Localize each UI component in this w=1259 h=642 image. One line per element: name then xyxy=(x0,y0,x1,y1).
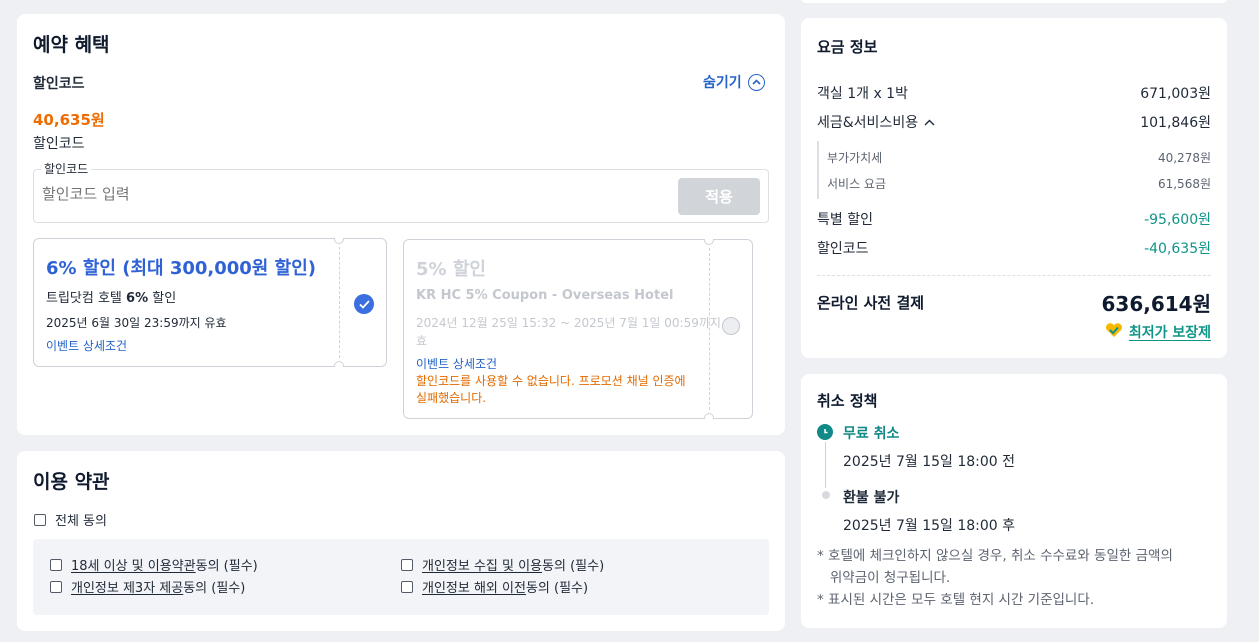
service-fee-row: 서비스 요금 61,568원 xyxy=(827,177,1211,191)
apply-button[interactable]: 적용 xyxy=(678,178,760,215)
coupon-card-selected[interactable]: 6% 할인 (최대 300,000원 할인) 트립닷컴 호텔 6% 할인 202… xyxy=(33,238,387,367)
best-price-guarantee-link[interactable]: 최저가 보장제 xyxy=(1105,322,1211,342)
price-title: 요금 정보 xyxy=(817,38,878,56)
coupon-terms-link[interactable]: 이벤트 상세조건 xyxy=(416,355,497,372)
total-value: 636,614원 xyxy=(1101,292,1212,316)
applied-discount-label: 할인코드 xyxy=(33,136,85,152)
code-discount-row: 할인코드 -40,635원 xyxy=(817,241,1211,257)
cancel-title: 취소 정책 xyxy=(817,392,878,410)
vat-row: 부가가치세 40,278원 xyxy=(827,151,1211,165)
coupon-subtitle: 트립닷컴 호텔 6% 할인 xyxy=(46,291,177,306)
coupon-title: 5% 할인 xyxy=(416,259,486,280)
coupon-terms-link[interactable]: 이벤트 상세조건 xyxy=(46,337,127,354)
agree-all-label: 전체 동의 xyxy=(55,514,107,529)
coupon-error-line2: 실패했습니다. xyxy=(416,391,487,405)
term-link[interactable]: 18세 이상 및 이용약관 xyxy=(71,559,196,574)
term-item[interactable]: 18세 이상 및 이용약관동의 (필수) xyxy=(50,555,258,574)
ticket-notch xyxy=(334,361,344,367)
applied-discount-amount: 40,635원 xyxy=(33,111,105,129)
nonrefundable-date: 2025년 7월 15일 18:00 후 xyxy=(843,518,1016,534)
policy-note-1-line2: 위약금이 청구됩니다. xyxy=(817,570,951,586)
ticket-notch xyxy=(334,238,344,244)
policy-note-2: * 표시된 시간은 모두 호텔 현지 시간 기준입니다. xyxy=(817,592,1095,608)
terms-list: 18세 이상 및 이용약관동의 (필수) 개인정보 수집 및 이용동의 (필수)… xyxy=(33,539,769,615)
free-cancel-label: 무료 취소 xyxy=(843,426,900,442)
term-item[interactable]: 개인정보 해외 이전동의 (필수) xyxy=(401,577,588,596)
tax-row[interactable]: 세금&서비스비용 101,846원 xyxy=(817,112,1211,132)
coupon-subtitle: KR HC 5% Coupon - Overseas Hotel xyxy=(416,288,674,303)
discount-code-heading: 할인코드 xyxy=(33,76,85,92)
timeline-line xyxy=(825,442,826,488)
booking-benefits-card: 예약 혜택 할인코드 숨기기 40,635원 할인코드 할인코드 적용 6% 할… xyxy=(17,14,785,435)
check-circle-icon[interactable] xyxy=(354,294,374,314)
chevron-up-icon xyxy=(924,114,935,130)
checkbox-icon xyxy=(401,558,413,571)
hide-label: 숨기기 xyxy=(703,75,742,91)
previous-card-edge xyxy=(801,0,1227,3)
price-info-card: 요금 정보 객실 1개 x 1박 671,003원 세금&서비스비용 101,84… xyxy=(801,18,1227,358)
coupon-validity: 2025년 6월 30일 23:59까지 유효 xyxy=(46,316,227,330)
room-row: 객실 1개 x 1박 671,003원 xyxy=(817,86,1211,102)
special-discount-row: 특별 할인 -95,600원 xyxy=(817,212,1211,228)
term-link[interactable]: 개인정보 수집 및 이용 xyxy=(422,559,542,574)
term-link[interactable]: 개인정보 해외 이전 xyxy=(422,581,526,596)
ticket-divider xyxy=(339,247,340,358)
cancel-policy-card: 취소 정책 무료 취소 2025년 7월 15일 18:00 전 환불 불가 2… xyxy=(801,374,1227,628)
terms-card: 이용 약관 전체 동의 18세 이상 및 이용약관동의 (필수) 개인정보 수집… xyxy=(17,451,785,631)
term-item[interactable]: 개인정보 수집 및 이용동의 (필수) xyxy=(401,555,604,574)
heart-check-icon xyxy=(1105,322,1123,342)
ticket-notch xyxy=(704,239,714,245)
discount-code-field: 할인코드 적용 xyxy=(33,160,769,223)
coupon-validity-line1: 2024년 12월 25일 15:32 ~ 2025년 7월 1일 00:59까… xyxy=(416,316,736,330)
term-item[interactable]: 개인정보 제3자 제공동의 (필수) xyxy=(50,577,245,596)
checkbox-icon xyxy=(401,580,413,593)
coupon-error-line1: 할인코드를 사용할 수 없습니다. 프로모션 채널 인증에 xyxy=(416,374,686,388)
term-link[interactable]: 개인정보 제3자 제공 xyxy=(71,581,183,596)
nonrefundable-label: 환불 불가 xyxy=(843,490,900,506)
clock-icon xyxy=(817,424,833,440)
benefits-title: 예약 혜택 xyxy=(33,34,110,56)
total-label: 온라인 사전 결제 xyxy=(817,294,925,312)
free-cancel-date: 2025년 7월 15일 18:00 전 xyxy=(843,454,1016,470)
checkbox-icon xyxy=(50,580,62,593)
checkbox-icon xyxy=(50,558,62,571)
discount-code-legend: 할인코드 xyxy=(41,160,92,177)
ticket-notch xyxy=(704,413,714,419)
coupon-card-unavailable[interactable]: 5% 할인 KR HC 5% Coupon - Overseas Hotel 2… xyxy=(403,239,753,419)
breakdown-bar xyxy=(817,141,819,199)
radio-unselected-icon[interactable] xyxy=(722,317,740,335)
discount-code-input[interactable] xyxy=(42,185,662,203)
hide-toggle-button[interactable]: 숨기기 xyxy=(703,72,765,92)
divider xyxy=(817,275,1211,276)
agree-all-checkbox[interactable]: 전체 동의 xyxy=(34,510,107,529)
timeline-dot xyxy=(822,491,830,499)
terms-title: 이용 약관 xyxy=(33,471,110,493)
policy-note-1-line1: * 호텔에 체크인하지 않으실 경우, 취소 수수료와 동일한 금액의 xyxy=(817,548,1173,564)
chevron-up-icon xyxy=(747,73,765,91)
checkbox-icon xyxy=(34,513,46,526)
coupon-validity-line2: 효 xyxy=(416,334,428,348)
coupon-title: 6% 할인 (최대 300,000원 할인) xyxy=(46,258,316,279)
